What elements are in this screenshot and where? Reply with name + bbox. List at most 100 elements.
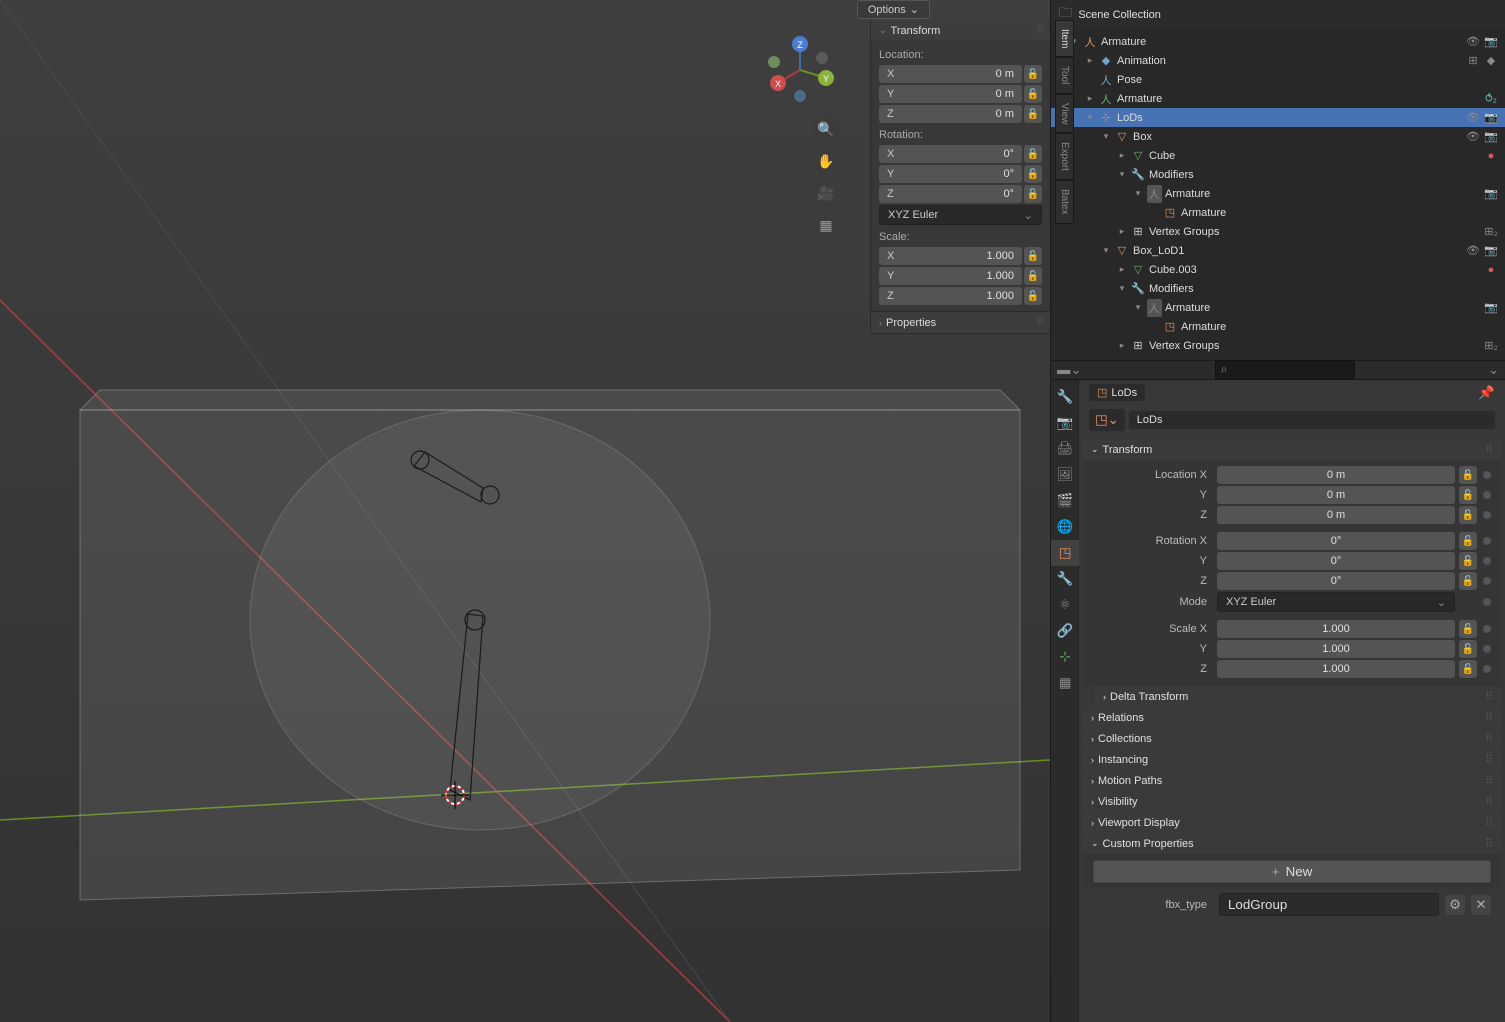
- lock-sca-x[interactable]: 🔓: [1024, 247, 1042, 265]
- props-sca-z-input[interactable]: 1.000: [1217, 660, 1455, 678]
- props-loc-y-input[interactable]: 0 m: [1217, 486, 1455, 504]
- keyframe-loc-z[interactable]: [1483, 511, 1491, 519]
- props-instancing-header[interactable]: ›Instancing⠿: [1083, 749, 1501, 770]
- expand-toggle[interactable]: ▾: [1131, 188, 1145, 199]
- pan-button[interactable]: ✋: [812, 147, 840, 175]
- props-tab-data[interactable]: ⊹: [1051, 644, 1079, 670]
- keyframe-sca-y[interactable]: [1483, 645, 1491, 653]
- outliner-row-pose[interactable]: 人Pose: [1051, 70, 1505, 89]
- vgroup-icon[interactable]: ⊞₂: [1483, 338, 1499, 354]
- outliner-row-armature[interactable]: ◳Armature: [1051, 317, 1505, 336]
- expand-toggle[interactable]: ▾: [1131, 302, 1145, 313]
- vgroup-icon[interactable]: ⊞₂: [1483, 224, 1499, 240]
- props-tab-scene[interactable]: 🎬: [1051, 488, 1079, 514]
- scale-x-input[interactable]: X1.000: [879, 247, 1022, 265]
- props-tab-texture[interactable]: ▦: [1051, 670, 1079, 696]
- zoom-button[interactable]: 🔍: [812, 115, 840, 143]
- props-search-input[interactable]: [1215, 360, 1355, 380]
- visibility-toggle[interactable]: 👁: [1465, 34, 1481, 50]
- render-toggle[interactable]: 📷: [1483, 243, 1499, 259]
- outliner-row-lods[interactable]: ▾⊹LoDs👁📷: [1051, 108, 1505, 127]
- material-icon[interactable]: ●: [1483, 148, 1499, 164]
- lock-sca-z[interactable]: 🔓: [1024, 287, 1042, 305]
- props-loc-z-input[interactable]: 0 m: [1217, 506, 1455, 524]
- expand-toggle[interactable]: ▾: [1083, 112, 1097, 123]
- n-tab-item[interactable]: Item: [1055, 20, 1074, 57]
- expand-toggle[interactable]: ▸: [1115, 150, 1129, 161]
- expand-toggle[interactable]: ▸: [1083, 55, 1097, 66]
- props-lock-rot-x[interactable]: 🔓: [1459, 532, 1477, 550]
- keyframe-loc-x[interactable]: [1483, 471, 1491, 479]
- action-icon[interactable]: ◆: [1483, 53, 1499, 69]
- outliner-row-vertex-groups[interactable]: ▸⊞Vertex Groups⊞₂: [1051, 336, 1505, 355]
- expand-toggle[interactable]: ▾: [1099, 131, 1113, 142]
- expand-toggle[interactable]: ▸: [1115, 226, 1129, 237]
- props-rot-z-input[interactable]: 0°: [1217, 572, 1455, 590]
- props-lock-rot-y[interactable]: 🔓: [1459, 552, 1477, 570]
- props-tab-object[interactable]: ◳: [1051, 540, 1079, 566]
- lock-loc-y[interactable]: 🔓: [1024, 85, 1042, 103]
- lock-rot-x[interactable]: 🔓: [1024, 145, 1042, 163]
- props-lock-loc-z[interactable]: 🔓: [1459, 506, 1477, 524]
- props-lock-loc-x[interactable]: 🔓: [1459, 466, 1477, 484]
- viewport-options-dropdown[interactable]: Options ⌄: [857, 0, 930, 19]
- outliner-row-vertex-groups[interactable]: ▸⊞Vertex Groups⊞₂: [1051, 222, 1505, 241]
- outliner-row-cube[interactable]: ▸▽Cube●: [1051, 146, 1505, 165]
- keyframe-rot-mode[interactable]: [1483, 598, 1491, 606]
- pin-button[interactable]: 📌: [1478, 385, 1495, 401]
- datablock-icon[interactable]: ◳⌄: [1089, 409, 1125, 431]
- props-filter-button[interactable]: ⌄: [1488, 362, 1499, 378]
- props-editor-type-icon[interactable]: ▬⌄: [1057, 362, 1082, 378]
- custom-prop-new-button[interactable]: New: [1093, 860, 1491, 883]
- outliner-row-armature[interactable]: ◳Armature: [1051, 203, 1505, 222]
- props-custom-header[interactable]: ⌄Custom Properties⠿: [1083, 833, 1501, 854]
- outliner-row-box[interactable]: ▾▽Box👁📷: [1051, 127, 1505, 146]
- render-toggle[interactable]: 📷: [1483, 300, 1499, 316]
- location-y-input[interactable]: Y0 m: [879, 85, 1022, 103]
- props-rot-y-input[interactable]: 0°: [1217, 552, 1455, 570]
- breadcrumb-object[interactable]: ◳LoDs: [1089, 384, 1145, 401]
- outliner-row-modifiers[interactable]: ▾🔧Modifiers: [1051, 165, 1505, 184]
- props-visibility-header[interactable]: ›Visibility⠿: [1083, 791, 1501, 812]
- props-rot-x-input[interactable]: 0°: [1217, 532, 1455, 550]
- custom-prop-value-input[interactable]: [1219, 893, 1439, 916]
- visibility-toggle[interactable]: 👁: [1465, 243, 1481, 259]
- lock-loc-x[interactable]: 🔓: [1024, 65, 1042, 83]
- scale-y-input[interactable]: Y1.000: [879, 267, 1022, 285]
- keyframe-sca-z[interactable]: [1483, 665, 1491, 673]
- n-tab-export[interactable]: Export: [1055, 133, 1074, 180]
- props-lock-sca-z[interactable]: 🔓: [1459, 660, 1477, 678]
- expand-toggle[interactable]: ▸: [1083, 93, 1097, 104]
- n-tab-view[interactable]: View: [1055, 94, 1074, 134]
- props-tab-world[interactable]: 🌐: [1051, 514, 1079, 540]
- custom-prop-delete-button[interactable]: ✕: [1471, 895, 1491, 915]
- props-motion-header[interactable]: ›Motion Paths⠿: [1083, 770, 1501, 791]
- expand-toggle[interactable]: ▾: [1115, 169, 1129, 180]
- camera-button[interactable]: 🎥: [812, 179, 840, 207]
- visibility-toggle[interactable]: 👁: [1465, 110, 1481, 126]
- expand-toggle[interactable]: ▾: [1115, 283, 1129, 294]
- npanel-properties-header[interactable]: ›Properties⠿: [871, 312, 1050, 333]
- location-x-input[interactable]: X0 m: [879, 65, 1022, 83]
- outliner-row-armature[interactable]: ▸人Armature⥀₂: [1051, 89, 1505, 108]
- props-sca-y-input[interactable]: 1.000: [1217, 640, 1455, 658]
- props-lock-rot-z[interactable]: 🔓: [1459, 572, 1477, 590]
- viewport-3d-area[interactable]: Options ⌄: [0, 0, 1050, 1022]
- props-delta-header[interactable]: ›Delta Transform⠿: [1095, 686, 1501, 707]
- outliner-row-animation[interactable]: ▸◆Animation⊞◆: [1051, 51, 1505, 70]
- props-sca-x-input[interactable]: 1.000: [1217, 620, 1455, 638]
- keyframe-rot-z[interactable]: [1483, 577, 1491, 585]
- props-lock-sca-y[interactable]: 🔓: [1459, 640, 1477, 658]
- outliner-row-armature[interactable]: ▾人Armature📷: [1051, 298, 1505, 317]
- props-tab-output[interactable]: 🖨: [1051, 436, 1079, 462]
- props-collections-header[interactable]: ›Collections⠿: [1083, 728, 1501, 749]
- outliner-row-armature[interactable]: ▾人Armature👁📷: [1051, 32, 1505, 51]
- outliner-row-box-lod1[interactable]: ▾▽Box_LoD1👁📷: [1051, 241, 1505, 260]
- perspective-button[interactable]: ▦: [812, 211, 840, 239]
- expand-toggle[interactable]: ▸: [1115, 264, 1129, 275]
- outliner[interactable]: 🗀 Scene Collection ▾人Armature👁📷▸◆Animati…: [1051, 0, 1505, 360]
- props-relations-header[interactable]: ›Relations⠿: [1083, 707, 1501, 728]
- render-toggle[interactable]: 📷: [1483, 186, 1499, 202]
- props-lock-loc-y[interactable]: 🔓: [1459, 486, 1477, 504]
- props-viewport-header[interactable]: ›Viewport Display⠿: [1083, 812, 1501, 833]
